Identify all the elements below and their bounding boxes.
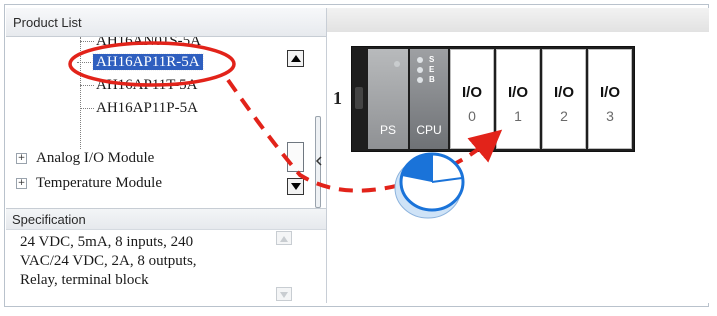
rack-number: 1 [333, 88, 342, 108]
spec-scroll-down-button[interactable] [276, 287, 292, 301]
tree-item-ah16ap11p[interactable]: AH16AP11P-5A [80, 98, 198, 118]
product-list-panel: Product List AH16AN01S-5A AH16AP11R-5A A… [6, 8, 327, 303]
rack-view[interactable]: 1 PS S E B CPU I/O 0 I/O 1 I/O 2 I/O 3 [327, 8, 709, 303]
rack-toolbar-strip [327, 8, 709, 32]
io-slot-3[interactable]: I/O 3 [588, 49, 632, 149]
triangle-down-icon [291, 183, 301, 190]
tree-item-analog-io[interactable]: Analog I/O Module [36, 148, 154, 168]
spec-scroll-up-button[interactable] [276, 231, 292, 245]
io-slot-0[interactable]: I/O 0 [450, 49, 494, 149]
specification-text: 24 VDC, 5mA, 8 inputs, 240 VAC/24 VDC, 2… [20, 234, 197, 288]
scroll-down-button[interactable] [287, 178, 304, 195]
tree-connector [80, 37, 81, 149]
rack-backplane: PS S E B CPU I/O 0 I/O 1 I/O 2 I/O 3 [351, 46, 635, 152]
scroll-up-button[interactable] [287, 50, 304, 67]
io-slot-2[interactable]: I/O 2 [542, 49, 586, 149]
tree-item-ah16an01s[interactable]: AH16AN01S-5A [80, 37, 201, 51]
io-slot-1[interactable]: I/O 1 [496, 49, 540, 149]
specification-title: Specification [12, 212, 86, 227]
cpu-label: CPU [416, 123, 442, 137]
specification-scrollbar[interactable] [276, 229, 294, 309]
selected-product-label: AH16AP11R-5A [92, 53, 204, 71]
cpu-module[interactable]: S E B CPU [410, 49, 448, 149]
scroll-thumb[interactable] [287, 142, 304, 172]
rack-connector [355, 87, 363, 109]
tree-item-ah16ap11r[interactable]: AH16AP11R-5A [77, 52, 204, 72]
power-supply-module[interactable]: PS [368, 49, 408, 149]
ps-label: PS [379, 123, 396, 137]
product-list-title: Product List [13, 15, 82, 30]
tree-item-temperature[interactable]: Temperature Module [36, 173, 162, 193]
chevron-left-icon [315, 156, 322, 166]
plus-box-icon[interactable]: + [16, 153, 27, 164]
plus-box-icon[interactable]: + [16, 178, 27, 189]
specification-header: Specification [6, 208, 326, 230]
product-tree[interactable]: AH16AN01S-5A AH16AP11R-5A AH16AP11T-5A A… [6, 37, 286, 207]
tree-scrollbar[interactable] [287, 50, 306, 208]
tree-item-ah16ap11t[interactable]: AH16AP11T-5A [80, 75, 197, 95]
triangle-up-icon [291, 55, 301, 62]
panel-splitter[interactable] [314, 116, 324, 208]
product-list-header: Product List [6, 8, 326, 37]
